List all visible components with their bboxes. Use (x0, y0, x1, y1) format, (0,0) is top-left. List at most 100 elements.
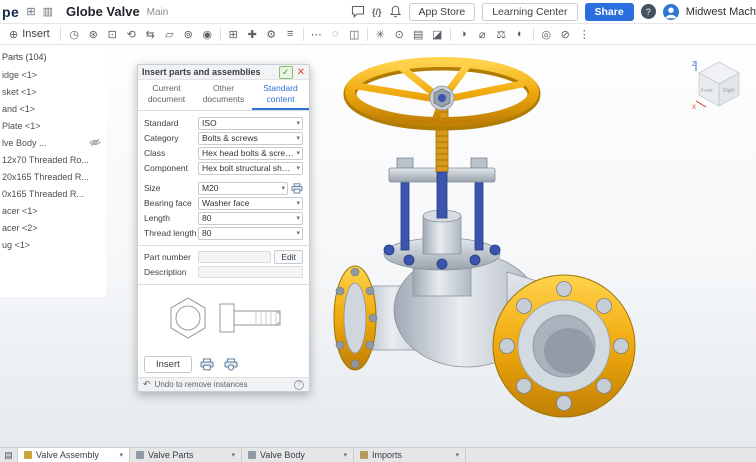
share-button[interactable]: Share (584, 2, 634, 21)
linear-pattern-icon[interactable]: ⋯ (307, 26, 326, 43)
display-options-icon[interactable]: ◎ (537, 26, 556, 43)
category-select[interactable]: Bolts & screws ▾ (198, 131, 303, 145)
document-title[interactable]: Globe Valve (66, 4, 140, 19)
mass-properties-icon[interactable]: ⚖ (492, 26, 511, 43)
standard-select[interactable]: ISO ▾ (198, 116, 303, 130)
hidden-eye-icon[interactable] (89, 138, 101, 147)
hide-icon[interactable]: ⊘ (556, 26, 575, 43)
size-select[interactable]: M20 ▾ (198, 181, 288, 195)
tab-manager-icon[interactable]: ▤ (0, 448, 18, 462)
description-input[interactable] (198, 266, 303, 279)
parts-list-item[interactable]: acer <1> (0, 202, 106, 219)
form-row: Component Hex bolt structural short grad… (144, 161, 303, 176)
3d-viewport[interactable]: Front Right Z X (0, 45, 756, 447)
snapshot-icon[interactable]: ⊙ (390, 26, 409, 43)
tab-imports[interactable]: Imports ▾ (354, 448, 466, 462)
close-icon[interactable]: ✕ (297, 67, 305, 78)
part-number-input[interactable] (198, 251, 272, 264)
printer-settings-icon[interactable] (223, 356, 240, 373)
tab-valve-body[interactable]: Valve Body ▾ (242, 448, 354, 462)
comments-icon[interactable] (351, 5, 365, 18)
parts-list-item[interactable]: ug <1> (0, 236, 106, 253)
tab-valve-assembly[interactable]: Valve Assembly ▾ (18, 448, 130, 462)
mate-connector-icon[interactable]: ✚ (243, 26, 262, 43)
edit-button[interactable]: Edit (274, 250, 303, 265)
learning-center-button[interactable]: Learning Center (482, 2, 578, 21)
insert-confirm-button[interactable]: Insert (144, 356, 192, 374)
grid-icon[interactable]: ⊞ (26, 5, 35, 18)
parts-list-item[interactable]: and <1> (0, 100, 106, 117)
tab-menu-caret[interactable]: ▾ (455, 451, 459, 459)
fastened-mate-icon[interactable]: ⊡ (103, 26, 122, 43)
user-name[interactable]: Midwest Mach (686, 6, 756, 18)
parts-list-item[interactable]: 0x165 Threaded R... (0, 185, 106, 202)
app-store-button[interactable]: App Store (408, 2, 476, 21)
mirror-icon[interactable]: ◫ (345, 26, 364, 43)
length-select[interactable]: 80 ▾ (198, 211, 303, 225)
tab-valve-parts[interactable]: Valve Parts ▾ (130, 448, 242, 462)
code-icon[interactable]: {/} (372, 7, 382, 17)
history-icon[interactable]: ◷ (65, 26, 84, 43)
thread-length-select[interactable]: 80 ▾ (198, 226, 303, 240)
parts-list-item[interactable]: idge <1> (0, 66, 106, 83)
tab-current-document[interactable]: Current document (138, 80, 195, 109)
tab-icon (24, 451, 32, 459)
workspace-name[interactable]: Main (147, 7, 169, 18)
confirm-check-button[interactable]: ✓ (278, 65, 293, 79)
bom-icon[interactable]: ▤ (409, 26, 428, 43)
more-icon[interactable]: ⋮ (575, 26, 594, 43)
mate-icon[interactable]: ⊛ (84, 26, 103, 43)
onshape-logo[interactable]: pe (2, 4, 19, 20)
toolbar-separator[interactable] (449, 27, 451, 41)
tab-standard-content[interactable]: Standard content (252, 80, 309, 110)
toolbar-separator[interactable] (366, 27, 368, 41)
circular-pattern-icon[interactable]: ◌ (326, 26, 345, 43)
ball-mate-icon[interactable]: ◉ (198, 26, 217, 43)
tab-other-documents[interactable]: Other documents (195, 80, 252, 109)
parts-list-item[interactable]: 12x70 Threaded Ro... (0, 151, 106, 168)
tab-menu-caret[interactable]: ▾ (343, 451, 347, 459)
parts-list-item[interactable]: lve Body ... (0, 134, 106, 151)
panel-icon[interactable]: ▥ (43, 5, 53, 18)
printer-icon[interactable] (199, 356, 216, 373)
component-select[interactable]: Hex bolt structural short grade C ISC ▾ (198, 161, 303, 175)
parts-list-item[interactable]: sket <1> (0, 83, 106, 100)
revolute-mate-icon[interactable]: ⟲ (122, 26, 141, 43)
dialog-help-icon[interactable]: ? (294, 379, 304, 390)
size-table-icon[interactable] (291, 183, 303, 194)
notifications-bell-icon[interactable] (389, 5, 402, 18)
insert-button[interactable]: ⊕ Insert (3, 26, 56, 43)
gear-relation-icon[interactable]: ⚙ (262, 26, 281, 43)
toolbar-separator[interactable] (302, 27, 304, 41)
cylindrical-mate-icon[interactable]: ⊚ (179, 26, 198, 43)
undo-icon[interactable]: ↶ (143, 379, 151, 390)
user-avatar[interactable] (662, 3, 679, 20)
chevron-down-icon: ▾ (296, 215, 300, 223)
named-positions-icon[interactable]: ◪ (428, 26, 447, 43)
toolbar-separator[interactable] (219, 27, 221, 41)
screw-relation-icon[interactable]: ≡ (281, 26, 300, 43)
field-label: Category (144, 133, 179, 144)
bearing-face-select[interactable]: Washer face ▾ (198, 196, 303, 210)
measure-icon[interactable]: ⌀ (473, 26, 492, 43)
parts-list-header[interactable]: Parts (104) (0, 50, 106, 66)
tab-menu-caret[interactable]: ▾ (231, 451, 235, 459)
slider-mate-icon[interactable]: ⇆ (141, 26, 160, 43)
parts-list-panel: Parts (104) idge <1> sket <1> and <1> Pl… (0, 45, 106, 297)
class-select[interactable]: Hex head bolts & screws ▾ (198, 146, 303, 160)
group-icon[interactable]: ⊞ (224, 26, 243, 43)
view-cube[interactable]: Front Right Z X (692, 57, 746, 111)
toolbar-separator[interactable] (532, 27, 534, 41)
globe-valve-render[interactable] (315, 48, 650, 444)
dialog-footer: ↶ Undo to remove instances ? (138, 377, 309, 391)
appearance-icon[interactable]: ◐ (511, 26, 530, 43)
tab-icon (136, 451, 144, 459)
help-icon[interactable]: ? (640, 4, 656, 19)
parts-list-item[interactable]: 20x165 Threaded R... (0, 168, 106, 185)
section-view-icon[interactable]: ◑ (454, 26, 473, 43)
parts-list-item[interactable]: Plate <1> (0, 117, 106, 134)
explode-icon[interactable]: ✳ (371, 26, 390, 43)
tab-menu-caret[interactable]: ▾ (119, 451, 123, 459)
parts-list-item[interactable]: acer <2> (0, 219, 106, 236)
planar-mate-icon[interactable]: ▱ (160, 26, 179, 43)
